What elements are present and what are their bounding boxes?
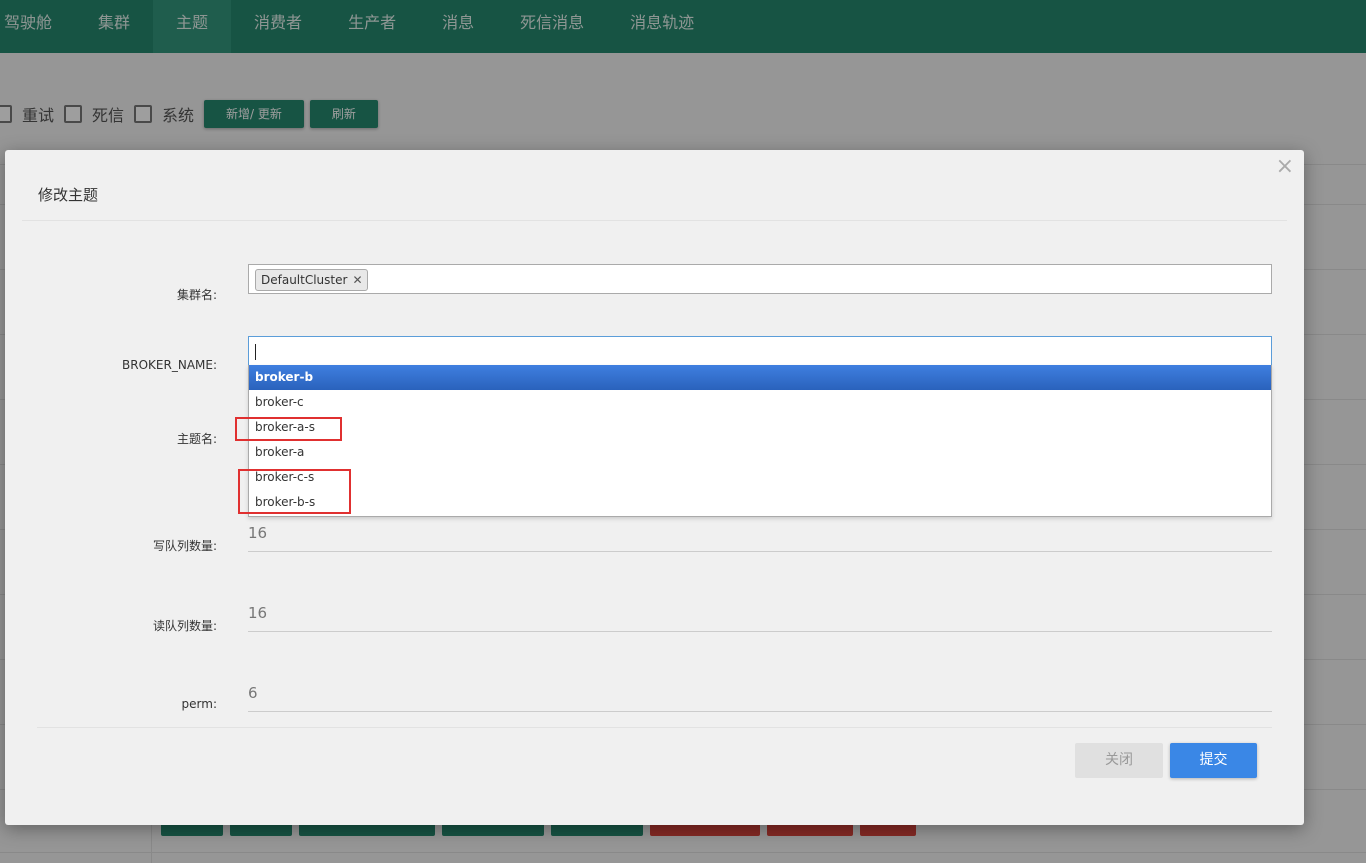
cluster-select[interactable]: DefaultCluster ✕ [248, 264, 1272, 294]
text-caret [255, 344, 256, 360]
broker-dropdown-list: broker-b broker-c broker-a-s broker-a br… [248, 365, 1272, 517]
write-queue-value: 16 [248, 524, 268, 542]
perm-input[interactable]: 6 [248, 682, 1272, 712]
broker-option[interactable]: broker-b-s [249, 490, 1271, 515]
close-button[interactable]: 关闭 [1075, 743, 1163, 778]
remove-tag-icon[interactable]: ✕ [352, 270, 362, 290]
read-queue-label: 读队列数量: [152, 619, 217, 633]
read-queue-input[interactable]: 16 [248, 602, 1272, 632]
modal-title: 修改主题 [38, 186, 99, 204]
annotation-box [238, 469, 351, 514]
perm-label: perm: [181, 697, 217, 711]
broker-option[interactable]: broker-b [249, 365, 1271, 390]
broker-option[interactable]: broker-a-s [249, 415, 1271, 440]
cluster-tag-label: DefaultCluster [261, 273, 348, 287]
cluster-label: 集群名: [176, 288, 217, 302]
broker-option[interactable]: broker-c [249, 390, 1271, 415]
modal-footer-divider [37, 727, 1272, 728]
close-icon[interactable]: × [1276, 154, 1294, 179]
broker-option[interactable]: broker-a [249, 440, 1271, 465]
write-queue-input[interactable]: 16 [248, 522, 1272, 552]
broker-search-input[interactable] [248, 336, 1272, 366]
read-queue-value: 16 [248, 604, 268, 622]
topic-name-label: 主题名: [176, 432, 217, 446]
write-queue-label: 写队列数量: [152, 539, 217, 553]
broker-name-label: BROKER_NAME: [122, 358, 217, 372]
edit-topic-modal: 修改主题 × 集群名: DefaultCluster ✕ BROKER_NAME… [5, 150, 1304, 825]
modal-header-divider [22, 220, 1287, 221]
modal-backdrop-top [0, 0, 1366, 53]
perm-value: 6 [248, 684, 258, 702]
cluster-tag: DefaultCluster ✕ [255, 269, 368, 291]
submit-button[interactable]: 提交 [1170, 743, 1257, 778]
annotation-box [235, 417, 342, 441]
broker-option[interactable]: broker-c-s [249, 465, 1271, 490]
